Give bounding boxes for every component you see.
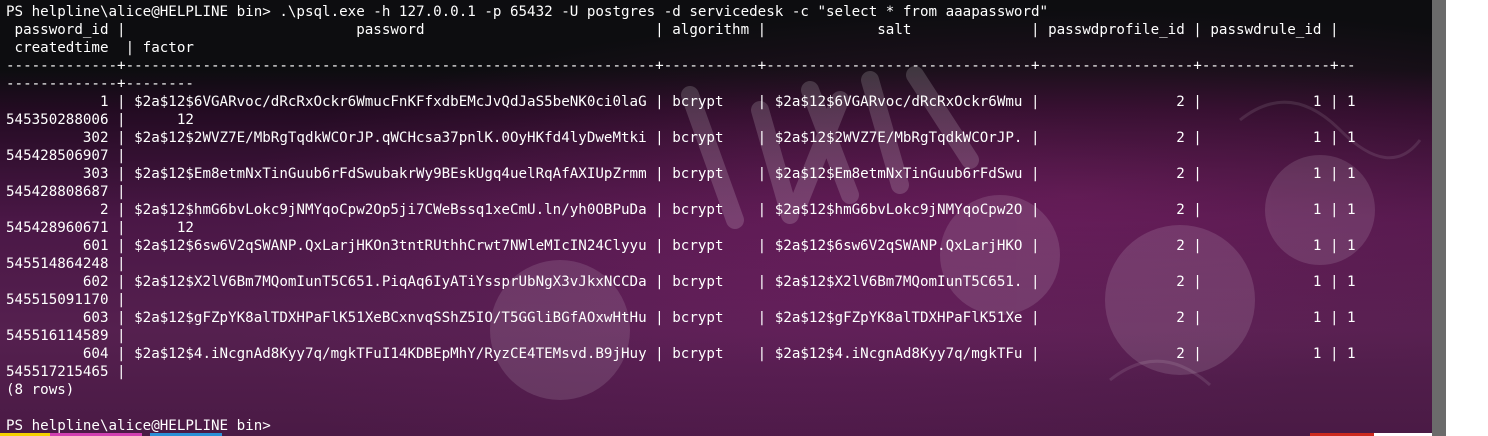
table-row: 603 | $2a$12$gFZpYK8alTDXHPaFlK51XeBCxnv… [6,310,1356,326]
table-row: 545514864248 | [6,256,126,272]
table-row: 545428506907 | [6,148,126,164]
table-row: 1 | $2a$12$6VGARvoc/dRcRxOckr6WmucFnKFfx… [6,94,1356,110]
table-separator: -------------+-------- [6,76,194,92]
row-count: (8 rows) [6,382,75,398]
table-row: 545515091170 | [6,292,126,308]
table-row: 545517215465 | [6,364,126,380]
table-row: 545428808687 | [6,184,126,200]
scrollbar-thumb[interactable] [1432,0,1446,436]
table-row: 545350288006 | 12 [6,112,194,128]
table-row: 302 | $2a$12$2WVZ7E/MbRgTqdkWCOrJP.qWCHc… [6,130,1356,146]
table-row: 303 | $2a$12$Em8etmNxTinGuub6rFdSwubakrW… [6,166,1356,182]
table-row: 602 | $2a$12$X2lV6Bm7MQomIunT5C651.PiqAq… [6,274,1356,290]
table-row: 604 | $2a$12$4.iNcgnAd8Kyy7q/mgkTFuI14KD… [6,346,1356,362]
table-row: 545516114589 | [6,328,126,344]
vertical-scrollbar[interactable] [1432,0,1488,436]
table-header-row: password_id | password | algorithm | sal… [6,22,1339,38]
command-prompt-line: PS helpline\alice@HELPLINE bin> .\psql.e… [6,4,1049,20]
table-row: 2 | $2a$12$hmG6bvLokc9jNMYqoCpw2Op5ji7CW… [6,202,1356,218]
table-row: 545428960671 | 12 [6,220,194,236]
table-header-row: createdtime | factor [6,40,194,56]
table-separator: -------------+--------------------------… [6,58,1356,74]
terminal-window[interactable]: PS helpline\alice@HELPLINE bin> .\psql.e… [0,0,1432,436]
table-row: 601 | $2a$12$6sw6V2qSWANP.QxLarjHKOn3tnt… [6,238,1356,254]
